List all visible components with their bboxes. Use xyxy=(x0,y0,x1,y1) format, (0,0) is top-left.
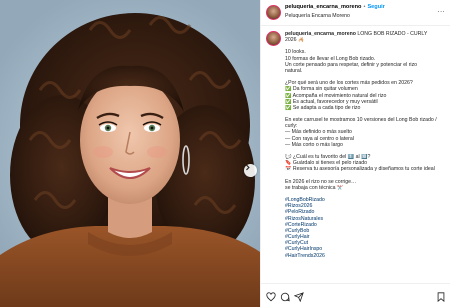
portrait-illustration xyxy=(0,13,260,307)
caption-avatar[interactable] xyxy=(266,31,281,46)
header-username[interactable]: peluqueria_encarna_moreno xyxy=(285,4,361,10)
post-side-panel: peluqueria_encarna_moreno • Seguir Peluque… xyxy=(260,0,450,307)
post-header: peluqueria_encarna_moreno • Seguir Peluque… xyxy=(261,0,450,26)
share-icon[interactable] xyxy=(294,292,304,302)
header-username-row: peluqueria_encarna_moreno • Seguir xyxy=(285,4,385,10)
heart-icon[interactable] xyxy=(266,292,276,302)
caption-title: LONG BOB RIZADO - CURLY xyxy=(357,31,428,37)
caption-line: 📅 Reserva tu asesoría personalizada y di… xyxy=(285,166,435,173)
separator-dot: • xyxy=(363,4,366,10)
caption-first-line: peluqueria_encarna_moreno LONG BOB RIZAD… xyxy=(285,31,447,37)
action-bar xyxy=(261,283,450,307)
post-image[interactable] xyxy=(0,0,260,307)
chevron-right-icon xyxy=(246,164,250,171)
header-subtitle: Peluquería Encarna Moreno xyxy=(285,13,350,19)
more-options-icon[interactable]: ... xyxy=(438,7,445,14)
avatar[interactable] xyxy=(266,5,281,20)
caption-body: peluqueria_encarna_moreno LONG BOB RIZAD… xyxy=(285,31,447,259)
comment-icon[interactable] xyxy=(280,292,290,302)
bookmark-icon[interactable] xyxy=(436,292,446,302)
follow-button[interactable]: Seguir xyxy=(367,4,384,10)
caption-line: En este carrusel te mostramos 10 version… xyxy=(285,117,437,124)
caption-username[interactable]: peluqueria_encarna_moreno xyxy=(285,31,356,37)
next-image-button[interactable] xyxy=(244,164,257,177)
hashtag-link[interactable]: #HairTrends2026 xyxy=(285,253,447,259)
caption-area: peluqueria_encarna_moreno LONG BOB RIZAD… xyxy=(261,26,450,281)
